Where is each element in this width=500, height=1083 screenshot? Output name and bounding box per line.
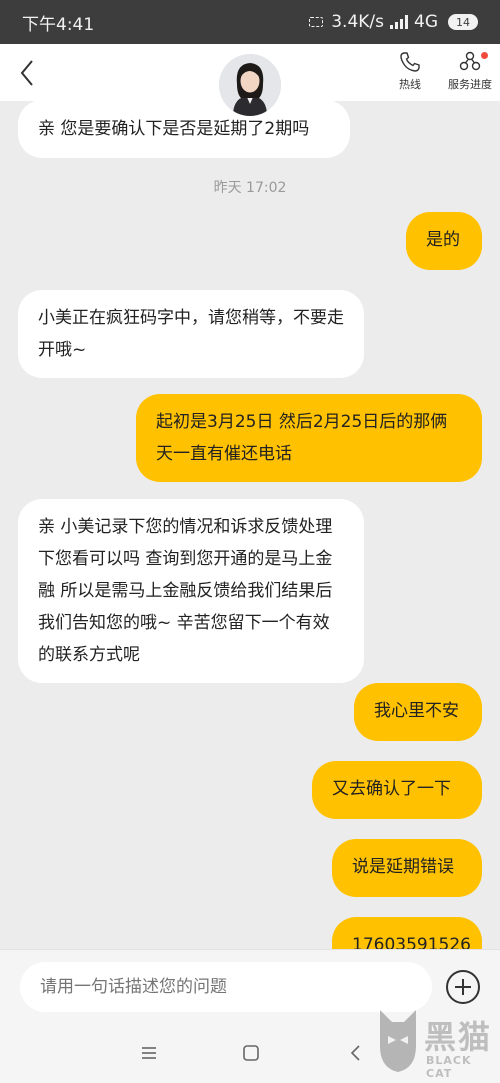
add-button[interactable] xyxy=(446,970,480,1004)
watermark-text: 黑猫 xyxy=(424,1018,493,1056)
home-nav-button[interactable] xyxy=(239,1041,263,1065)
hotline-label: 热线 xyxy=(399,78,421,91)
service-progress-button[interactable]: 服务进度 xyxy=(440,50,500,98)
status-bar: 下午4:41 3.4K/s 4G 14 xyxy=(0,0,500,44)
notification-dot xyxy=(481,52,488,59)
signal-bars-icon xyxy=(390,15,408,29)
signal-icon xyxy=(309,17,324,27)
message-bubble-outgoing: 说是延期错误 xyxy=(332,839,482,897)
message-text: 是的 xyxy=(426,230,460,250)
hotline-button[interactable]: 热线 xyxy=(380,50,440,98)
network-speed: 3.4K/s xyxy=(331,12,384,32)
agent-avatar xyxy=(219,54,281,116)
message-bubble-outgoing: 起初是3月25日 然后2月25日后的那俩天一直有催还电话 xyxy=(136,394,482,482)
chat-messages[interactable]: 亲 您是要确认下是否是延期了2期吗 昨天 17:02 是的 小美正在疯狂码字中，… xyxy=(0,101,500,949)
message-text: 说是延期错误 xyxy=(352,857,454,877)
message-text: 我心里不安 xyxy=(374,701,459,721)
message-bubble-incoming: 小美正在疯狂码字中，请您稍等，不要走开哦~ xyxy=(18,290,364,378)
message-bubble-outgoing: 我心里不安 xyxy=(354,683,482,741)
message-text: 亲 您是要确认下是否是延期了2期吗 xyxy=(38,119,310,139)
status-indicators: 3.4K/s 4G 14 xyxy=(309,12,478,32)
message-bubble-outgoing: 是的 xyxy=(406,212,482,270)
menu-nav-button[interactable] xyxy=(137,1041,161,1065)
cat-logo-icon xyxy=(380,1010,416,1072)
back-triangle-icon xyxy=(350,1045,360,1061)
avatar-portrait-icon xyxy=(219,54,281,116)
message-text: 又去确认了一下 xyxy=(332,779,451,799)
message-bubble-outgoing: 17603591526 xyxy=(332,917,482,949)
chat-header: 热线 服务进度 xyxy=(0,44,500,116)
service-progress-label: 服务进度 xyxy=(448,78,492,91)
message-text: 小美正在疯狂码字中，请您稍等，不要走开哦~ xyxy=(38,308,344,360)
status-time: 下午4:41 xyxy=(22,14,95,35)
message-text: 17603591526 xyxy=(352,935,471,949)
message-text: 亲 小美记录下您的情况和诉求反馈处理下您看可以吗 查询到您开通的是马上金融 所以… xyxy=(38,517,333,665)
network-type: 4G xyxy=(414,12,438,32)
message-timestamp: 昨天 17:02 xyxy=(213,180,287,196)
home-square-icon xyxy=(243,1045,259,1061)
service-progress-icon xyxy=(459,51,481,71)
chevron-left-icon xyxy=(20,60,33,86)
phone-icon xyxy=(400,52,420,72)
message-bubble-outgoing: 又去确认了一下 xyxy=(312,761,482,819)
menu-icon xyxy=(142,1047,156,1059)
message-input[interactable] xyxy=(20,962,432,1012)
battery-icon: 14 xyxy=(448,14,478,30)
black-cat-watermark: 黑猫 BLACK CAT xyxy=(372,1000,498,1080)
message-bubble-incoming: 亲 小美记录下您的情况和诉求反馈处理下您看可以吗 查询到您开通的是马上金融 所以… xyxy=(18,499,364,683)
battery-level: 14 xyxy=(456,15,470,29)
back-button[interactable] xyxy=(14,58,40,88)
message-bubble-incoming: 亲 您是要确认下是否是延期了2期吗 xyxy=(18,101,350,158)
watermark-subtext: BLACK CAT xyxy=(426,1054,472,1080)
back-nav-button[interactable] xyxy=(344,1041,368,1065)
message-text: 起初是3月25日 然后2月25日后的那俩天一直有催还电话 xyxy=(156,412,448,464)
